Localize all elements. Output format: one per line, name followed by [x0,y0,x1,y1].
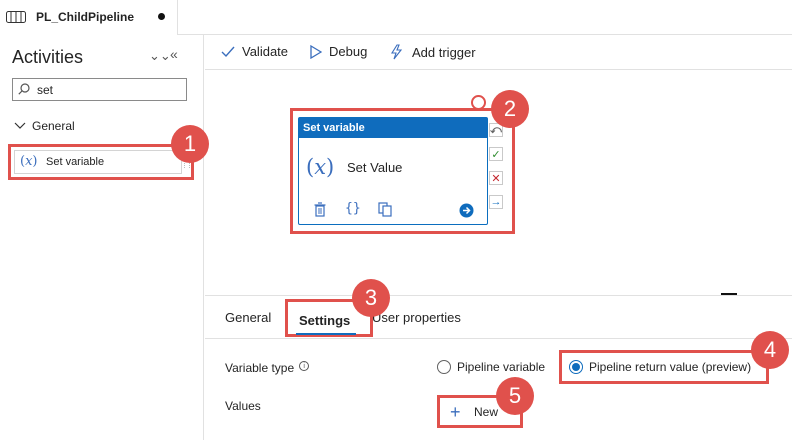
add-trigger-label: Add trigger [412,44,476,60]
debug-button[interactable]: Debug [310,44,367,59]
sidebar-title: Activities [12,47,84,67]
arrow-right-circle-icon[interactable] [459,203,474,218]
delete-icon[interactable] [314,202,326,217]
callout-badge-2: 2 [491,90,529,128]
group-general[interactable]: General [14,119,75,133]
validate-button[interactable]: Validate [221,44,288,59]
variable-icon: (𝑥) [20,154,38,169]
tabs-divider [205,338,792,339]
completion-port-icon[interactable]: → [489,195,503,209]
play-icon [310,44,322,59]
copy-icon[interactable] [378,202,392,217]
callout-badge-5: 5 [496,377,534,415]
new-label: New [474,405,499,419]
activity-node-set-variable[interactable]: Set variable (𝑥) Set Value {} [298,117,488,225]
variable-type-field: Variable type i [225,361,310,375]
info-icon[interactable]: i [299,361,310,371]
node-actions: {} [314,201,479,220]
group-label: General [32,119,75,133]
collapse-pane-icon[interactable]: « [170,46,178,62]
plus-icon: + [450,402,461,422]
tab-pipeline[interactable]: PL_ChildPipeline [0,0,178,35]
search-icon [18,83,30,95]
active-tab-underline [296,333,356,335]
collapse-all-icon[interactable]: ⌄⌄ [149,48,171,64]
tab-bar: PL_ChildPipeline [0,0,792,35]
debug-label: Debug [329,44,368,59]
radio-circle-selected[interactable] [569,360,583,374]
search-box[interactable] [12,78,187,101]
success-port-icon[interactable]: ✓ [489,147,503,161]
activity-label: Set variable [46,156,105,168]
validate-label: Validate [242,44,289,59]
radio-pipeline-variable-label: Pipeline variable [457,360,546,374]
lightning-icon [391,44,403,60]
values-label: Values [225,399,261,413]
callout-badge-3: 3 [352,279,390,317]
variable-type-label: Variable type [225,361,295,375]
activity-card[interactable]: (𝑥) Set variable [14,150,182,174]
callout-badge-4: 4 [751,331,789,369]
add-trigger-button[interactable]: Add trigger [389,44,476,60]
pipeline-toolbar: Validate Debug Add trigger [205,35,792,70]
search-input[interactable] [37,81,182,98]
tab-title: PL_ChildPipeline [36,10,135,24]
radio-return-value-label: Pipeline return value (preview) [589,360,752,374]
tab-user-properties[interactable]: User properties [372,310,461,325]
properties-panel: General Settings User properties Variabl… [205,295,792,440]
radio-pipeline-return-value[interactable]: Pipeline return value (preview) [569,360,751,374]
pipeline-icon [6,11,26,23]
chevron-down-icon [14,122,26,129]
node-header: Set variable [299,118,487,138]
unsaved-dot-icon [158,13,165,20]
variable-icon: (𝑥) [306,155,335,179]
highlight-ring-icon [471,95,486,110]
node-name: Set Value [347,160,403,175]
failure-port-icon[interactable]: ✕ [489,171,503,185]
tab-general[interactable]: General [225,310,271,325]
tab-settings-label: Settings [299,313,351,328]
code-icon[interactable]: {} [345,201,361,216]
radio-circle[interactable] [437,360,451,374]
callout-badge-1: 1 [171,125,209,163]
checkmark-icon [221,46,235,57]
activity-item-set-variable[interactable]: (𝑥) Set variable [8,144,194,180]
activities-sidebar: Activities ⌄⌄ « General (𝑥) Set variable [0,35,204,440]
radio-pipeline-variable[interactable]: Pipeline variable [437,360,545,374]
